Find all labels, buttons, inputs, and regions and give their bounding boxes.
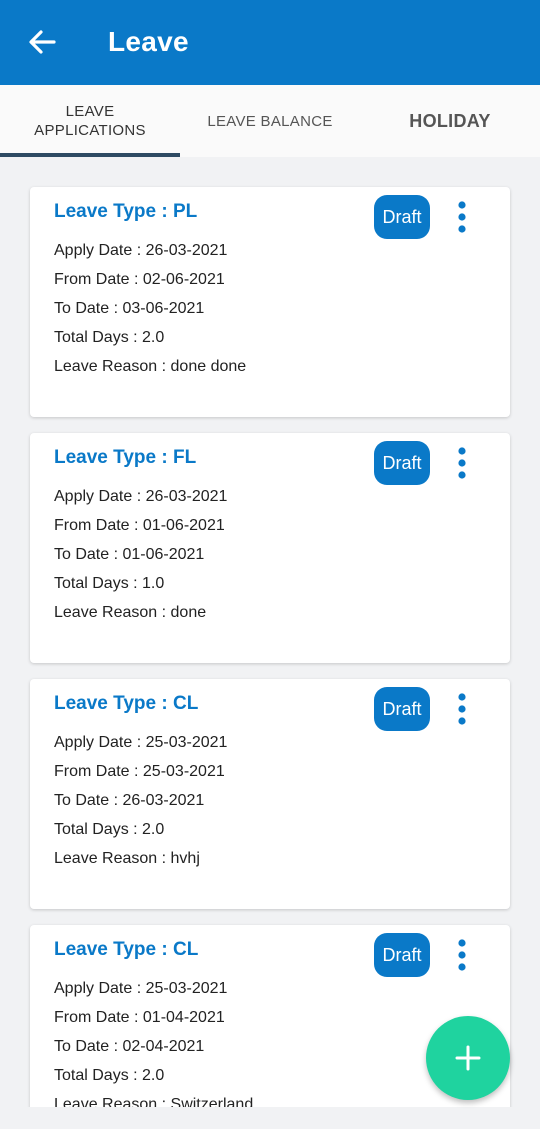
to-date: To Date : 26-03-2021 — [54, 792, 205, 809]
add-leave-button[interactable] — [426, 1016, 510, 1100]
from-date: From Date : 01-04-2021 — [54, 1009, 225, 1026]
tab-label: LEAVE BALANCE — [207, 112, 333, 130]
status-badge[interactable]: Draft — [374, 441, 430, 485]
more-options-icon[interactable] — [456, 693, 468, 725]
apply-date: Apply Date : 25-03-2021 — [54, 734, 228, 751]
app-bar: Leave — [0, 0, 540, 85]
leave-application-card[interactable]: Leave Type : FL Draft Apply Date : 26-03… — [30, 433, 510, 663]
more-options-icon[interactable] — [456, 201, 468, 233]
apply-date: Apply Date : 26-03-2021 — [54, 488, 228, 505]
plus-icon — [455, 1045, 481, 1071]
tab-holiday[interactable]: HOLIDAY — [360, 85, 540, 157]
leave-reason: Leave Reason : hvhj — [54, 850, 200, 867]
tab-label: HOLIDAY — [409, 110, 491, 131]
tab-label: LEAVE APPLICATIONS — [34, 103, 146, 139]
status-badge[interactable]: Draft — [374, 687, 430, 731]
back-arrow-icon[interactable] — [26, 26, 58, 58]
leave-type: Leave Type : FL — [54, 447, 197, 468]
status-badge[interactable]: Draft — [374, 195, 430, 239]
tab-leave-balance[interactable]: LEAVE BALANCE — [180, 85, 360, 157]
leave-type: Leave Type : PL — [54, 201, 198, 222]
apply-date: Apply Date : 25-03-2021 — [54, 980, 228, 997]
page-title: Leave — [108, 26, 189, 57]
leave-reason: Leave Reason : done — [54, 604, 207, 621]
total-days: Total Days : 1.0 — [54, 575, 165, 592]
more-options-icon[interactable] — [456, 939, 468, 971]
total-days: Total Days : 2.0 — [54, 1067, 165, 1084]
status-badge[interactable]: Draft — [374, 933, 430, 977]
apply-date: Apply Date : 26-03-2021 — [54, 242, 228, 259]
leave-application-card[interactable]: Leave Type : CL Draft Apply Date : 25-03… — [30, 679, 510, 909]
to-date: To Date : 03-06-2021 — [54, 300, 205, 317]
from-date: From Date : 02-06-2021 — [54, 271, 225, 288]
leave-application-card[interactable]: Leave Type : PL Draft Apply Date : 26-03… — [30, 187, 510, 417]
leave-reason: Leave Reason : Switzerland — [54, 1096, 254, 1107]
total-days: Total Days : 2.0 — [54, 821, 165, 838]
total-days: Total Days : 2.0 — [54, 329, 165, 346]
to-date: To Date : 01-06-2021 — [54, 546, 205, 563]
more-options-icon[interactable] — [456, 447, 468, 479]
leave-type: Leave Type : CL — [54, 939, 199, 960]
from-date: From Date : 25-03-2021 — [54, 763, 225, 780]
leave-reason: Leave Reason : done done — [54, 358, 247, 375]
from-date: From Date : 01-06-2021 — [54, 517, 225, 534]
leave-type: Leave Type : CL — [54, 693, 199, 714]
tab-leave-applications[interactable]: LEAVE APPLICATIONS — [0, 85, 180, 157]
leave-applications-list[interactable]: Leave Type : PL Draft Apply Date : 26-03… — [0, 157, 540, 1107]
tab-bar: LEAVE APPLICATIONS LEAVE BALANCE HOLIDAY — [0, 85, 540, 157]
to-date: To Date : 02-04-2021 — [54, 1038, 205, 1055]
